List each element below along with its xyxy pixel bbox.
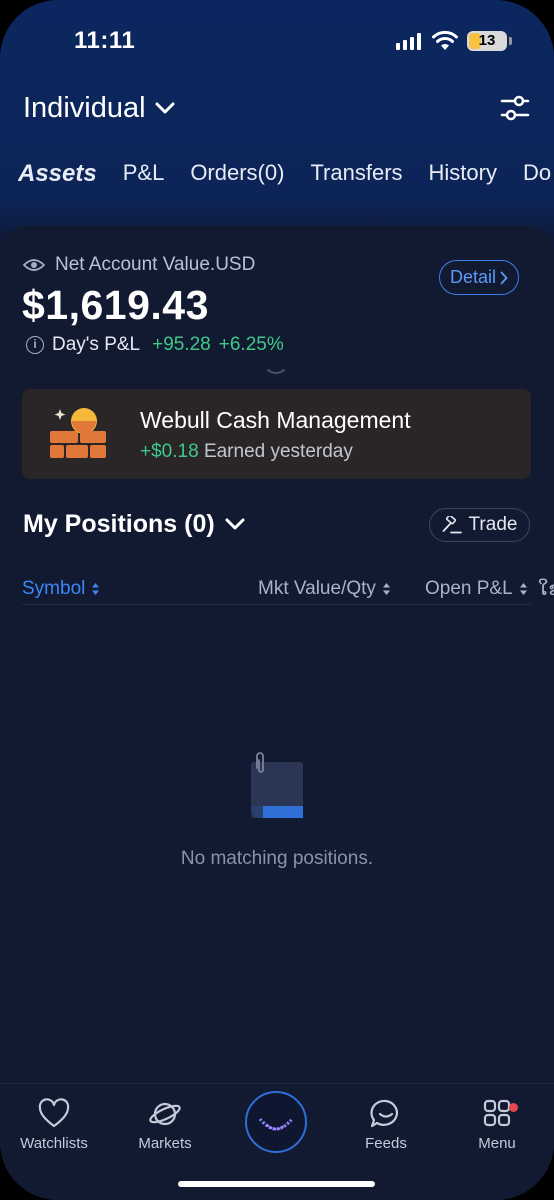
day-pnl-percent: +6.25% [218,334,284,355]
day-pnl-value: +95.28 [152,334,211,355]
positions-title: My Positions (0) [23,510,215,538]
trade-label: Trade [468,514,518,535]
nav-menu[interactable]: Menu [452,1098,542,1152]
grid-icon [483,1099,511,1127]
cash-management-card[interactable]: Webull Cash Management +$0.18 Earned yes… [22,389,531,479]
tab-pnl[interactable]: P&L [123,160,191,200]
tab-assets[interactable]: Assets [18,160,123,200]
account-selector[interactable]: Individual [23,92,176,125]
tab-transfers[interactable]: Transfers [310,160,428,200]
chevron-down-icon [155,102,175,114]
detail-label: Detail [449,267,497,287]
phone-screen: 11:11 13 Individual Assets P&L Orders(0)… [0,0,554,1200]
signal-icon [396,33,421,50]
column-mkt-value-label: Mkt Value/Qty [258,578,376,599]
column-symbol[interactable]: Symbol [22,578,100,600]
column-more[interactable]: ໃຂ [538,578,554,601]
positions-column-headers: Symbol Mkt Value/Qty Open P&L ໃຂ [22,578,554,606]
cash-gain: +$0.18 [140,441,199,462]
detail-button[interactable]: Detail [439,260,519,295]
account-name: Individual [23,91,146,124]
nav-menu-label: Menu [478,1135,516,1152]
day-pnl-label: Day's P&L [52,334,141,355]
day-pnl-row: i Day's P&L +95.28 +6.25% [26,334,284,356]
info-icon[interactable]: i [26,336,44,354]
column-open-pnl[interactable]: Open P&L [425,578,528,600]
nav-markets-label: Markets [138,1135,192,1152]
eye-icon[interactable] [23,257,45,273]
battery-level: 13 [478,32,496,49]
nav-watchlists[interactable]: Watchlists [9,1098,99,1152]
heart-icon [38,1098,70,1128]
column-mkt-value[interactable]: Mkt Value/Qty [258,578,391,600]
planet-icon [149,1102,181,1126]
webull-logo-icon [258,1118,294,1131]
column-symbol-label: Symbol [22,578,86,599]
nav-watchlists-label: Watchlists [20,1135,88,1152]
chat-smile-icon [370,1099,398,1128]
cash-management-subtitle: +$0.18 Earned yesterday [140,441,353,463]
nav-markets[interactable]: Markets [120,1098,210,1152]
net-account-label-row: Net Account Value.USD [23,254,255,276]
wifi-icon [432,30,458,50]
header: Individual [23,88,530,128]
nav-feeds[interactable]: Feeds [341,1098,431,1152]
status-bar: 11:11 13 [0,0,554,80]
cash-gain-label: Earned yesterday [203,441,353,462]
positions-selector[interactable]: My Positions (0) [23,510,245,539]
nav-feeds-label: Feeds [365,1135,407,1152]
sort-icon [382,583,390,595]
home-indicator [178,1181,375,1187]
tab-orders[interactable]: Orders(0) [190,160,310,200]
empty-state: No matching positions. [0,752,554,870]
tab-history[interactable]: History [429,160,523,200]
sort-icon [519,583,527,595]
document-icon [251,752,303,818]
status-time: 11:11 [74,27,136,54]
sort-icon [92,583,100,595]
assets-panel: Net Account Value.USD Detail $1,619.43 i… [0,226,554,1200]
gavel-icon [442,516,462,534]
battery-icon: 13 [467,31,512,51]
empty-state-text: No matching positions. [180,848,374,869]
net-account-label: Net Account Value.USD [55,254,256,275]
cash-bricks-icon [50,408,106,458]
chevron-down-icon [225,518,245,530]
column-open-pnl-label: Open P&L [425,578,513,599]
trade-button[interactable]: Trade [429,508,530,542]
column-divider [22,604,532,605]
notification-dot [509,1103,518,1112]
chevron-right-icon [500,271,508,284]
net-account-value: $1,619.43 [22,282,209,328]
expand-chevron-icon[interactable] [266,368,286,376]
cash-management-title: Webull Cash Management [140,407,411,433]
tab-documents[interactable]: Do [523,160,554,200]
sliders-icon[interactable] [500,95,530,121]
webull-center-button[interactable] [245,1091,307,1153]
account-tabs: Assets P&L Orders(0) Transfers History D… [18,160,554,200]
